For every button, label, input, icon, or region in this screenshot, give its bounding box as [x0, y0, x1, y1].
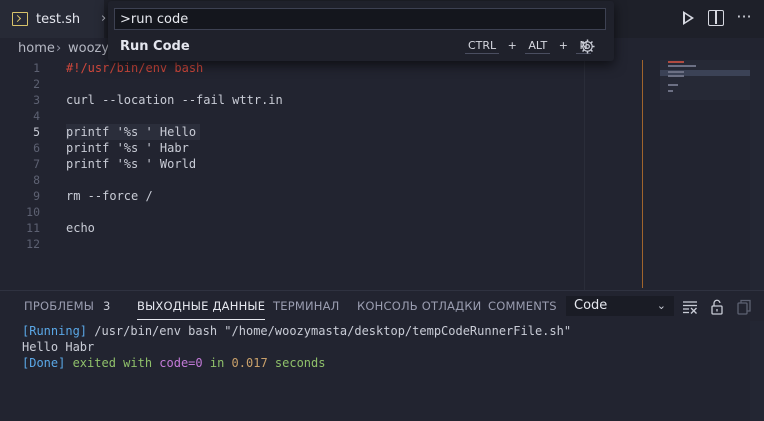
- editor-tab[interactable]: test.sh: [0, 0, 104, 38]
- line-number-gutter: 1 2 3 4 5 6 7 8 9 10 11 12: [0, 60, 46, 252]
- chevron-down-icon: ⌄: [656, 299, 666, 312]
- code-line-rm[interactable]: rm --force /: [66, 188, 283, 204]
- done-text: seconds: [267, 356, 326, 370]
- output-channel-value: Code: [574, 298, 608, 313]
- exit-code: code=0: [159, 356, 203, 370]
- done-text: in: [202, 356, 232, 370]
- tab-problems[interactable]: ПРОБЛЕМЫ: [24, 299, 94, 313]
- tab-output[interactable]: ВЫХОДНЫЕ ДАННЫЕ: [137, 299, 266, 320]
- command-palette: Run Code CTRL + ALT + N: [108, 1, 614, 61]
- code-line-printf[interactable]: printf '%s ' Habr: [66, 140, 283, 156]
- command-palette-input[interactable]: [114, 8, 606, 30]
- running-command: /usr/bin/env bash "/home/woozymasta/desk…: [87, 324, 572, 338]
- tab-debug-console[interactable]: КОНСОЛЬ ОТЛАДКИ: [357, 299, 481, 313]
- lock-open-icon[interactable]: [709, 299, 725, 315]
- code-line-curl[interactable]: curl --location --fail wttr.in: [66, 92, 283, 108]
- editor-guide: [584, 60, 585, 290]
- split-editor-icon[interactable]: [708, 10, 724, 26]
- minimap-line: [668, 61, 684, 63]
- line-number: 6: [33, 141, 40, 155]
- line-number: 1: [33, 61, 40, 75]
- editor-scrollbar[interactable]: [750, 60, 764, 290]
- code-line-shebang[interactable]: #!/usr/bin/env bash: [66, 60, 283, 76]
- minimap[interactable]: [660, 60, 750, 100]
- editor-tab-label: test.sh: [36, 11, 81, 27]
- line-number-active: 5: [33, 125, 40, 139]
- code-line[interactable]: [66, 204, 283, 220]
- tab-comments[interactable]: COMMENTS: [488, 299, 557, 313]
- gear-icon[interactable]: [580, 39, 595, 54]
- editor-actions: ···: [680, 9, 752, 26]
- code-line[interactable]: [66, 172, 283, 188]
- minimap-line: [668, 84, 678, 86]
- line-number: 4: [33, 109, 40, 123]
- key-ctrl: CTRL: [465, 39, 500, 54]
- line-number: 2: [33, 77, 40, 91]
- done-text: exited with: [65, 356, 160, 370]
- running-tag: [Running]: [22, 324, 88, 338]
- more-actions-icon[interactable]: ···: [736, 9, 752, 26]
- output-line: Hello Habr: [22, 340, 95, 354]
- code-line[interactable]: [66, 76, 283, 92]
- run-icon[interactable]: [680, 10, 696, 26]
- output-line-running: [Running] /usr/bin/env bash "/home/woozy…: [22, 323, 571, 339]
- problems-count-badge: 3: [103, 299, 111, 313]
- clear-output-icon[interactable]: [682, 299, 698, 315]
- code-line-echo[interactable]: echo: [66, 220, 283, 236]
- code-line-printf[interactable]: printf '%s ' World: [66, 156, 283, 172]
- line-number: 12: [26, 237, 40, 251]
- command-label: Run Code: [120, 39, 190, 54]
- line-number: 7: [33, 157, 40, 171]
- code-line[interactable]: [66, 108, 283, 124]
- line-number: 8: [33, 173, 40, 187]
- output-line-done: [Done] exited with code=0 in 0.017 secon…: [22, 355, 571, 371]
- tab-terminal[interactable]: ТЕРМИНАЛ: [273, 299, 340, 313]
- key-separator: +: [507, 39, 517, 52]
- line-number: 11: [26, 221, 40, 235]
- minimap-line: [668, 75, 684, 77]
- code-lines[interactable]: #!/usr/bin/env bash curl --location --fa…: [66, 60, 283, 252]
- code-editor[interactable]: 1 2 3 4 5 6 7 8 9 10 11 12 #!/usr/bin/en…: [0, 60, 764, 290]
- code-line[interactable]: [66, 236, 283, 252]
- terminal-file-icon: [12, 12, 28, 26]
- key-separator: +: [558, 39, 568, 52]
- chevron-right-icon: ›: [56, 41, 62, 56]
- line-number: 3: [33, 93, 40, 107]
- chevron-right-icon: ›: [101, 11, 107, 26]
- done-tag: [Done]: [22, 356, 66, 370]
- key-alt: ALT: [525, 39, 551, 54]
- minimap-line: [668, 65, 696, 67]
- code-line-active[interactable]: printf '%s ' Hello: [66, 124, 201, 140]
- minimap-line: [668, 71, 684, 73]
- command-palette-item-run-code[interactable]: Run Code CTRL + ALT + N: [108, 35, 614, 59]
- line-number: 10: [26, 205, 40, 219]
- keybinding: CTRL + ALT + N: [465, 39, 591, 54]
- copy-icon[interactable]: [736, 299, 752, 315]
- editor-ruler: [642, 60, 643, 288]
- output-channel-select[interactable]: Code ⌄: [566, 296, 674, 316]
- breadcrumb-folder[interactable]: woozy: [68, 41, 109, 56]
- output-content[interactable]: [Running] /usr/bin/env bash "/home/woozy…: [22, 323, 571, 371]
- minimap-line: [668, 90, 673, 92]
- elapsed-time: 0.017: [231, 356, 268, 370]
- line-number: 9: [33, 189, 40, 203]
- bottom-panel: ПРОБЛЕМЫ 3 ВЫХОДНЫЕ ДАННЫЕ ТЕРМИНАЛ КОНС…: [0, 291, 764, 421]
- breadcrumb-home[interactable]: home: [18, 41, 55, 56]
- output-scrollbar[interactable]: [750, 321, 764, 421]
